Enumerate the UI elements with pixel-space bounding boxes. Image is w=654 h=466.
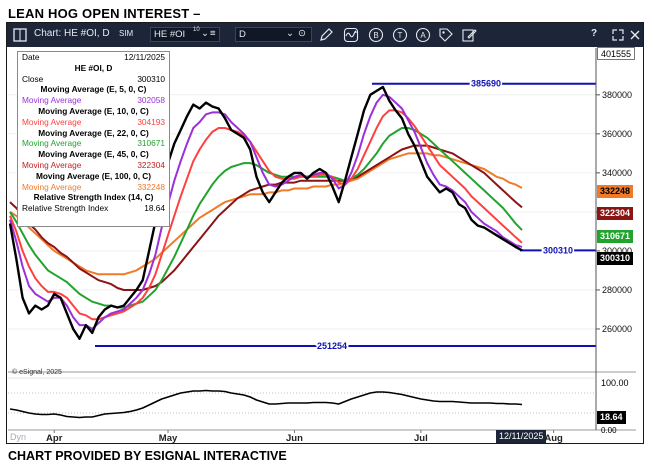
y-tick-label: 360000 [602,129,632,139]
legend-symbol: HE #OI, D [74,62,113,73]
x-tick-label: Apr [46,433,63,444]
y-tick-label: 280000 [602,285,632,295]
legend-ma22-header: Moving Average (E, 22, 0, C) [38,127,149,138]
level-label: 251254 [317,341,347,351]
rsi-value-tag: 18.64 [597,411,626,424]
legend-rsi-row: Relative Strength Index 18.64 [22,203,165,214]
legend-rsi-header: Relative Strength Index (14, C) [33,192,154,203]
rsi-low-label: 0.00 [601,426,617,435]
y-tick-label: 260000 [602,324,632,334]
y-tick-label: 340000 [602,168,632,178]
legend-ma22-row: Moving Average 310671 [22,138,165,149]
close-value-tag: 300310 [597,252,634,265]
legend-ma45-header: Moving Average (E, 45, 0, C) [38,149,149,160]
watermark: © eSignal, 2025 [12,369,62,376]
x-tick-label: Jul [414,433,428,444]
legend-ma10-row: Moving Average 304193 [22,116,165,127]
cursor-date-tag: 12/11/2025 [496,430,547,443]
ma100-value-tag: 332248 [597,185,634,198]
legend-close-row: Close 300310 [22,73,165,84]
page-footer: CHART PROVIDED BY ESIGNAL INTERACTIVE [8,449,287,463]
rsi-series-line [9,389,523,419]
legend-ma5-header: Moving Average (E, 5, 0, C) [40,84,147,95]
data-legend: Date 12/11/2025 HE #OI, D Close 300310 M… [17,51,170,227]
ma22-value-tag: 310671 [597,230,634,243]
rsi-top-label: 100.00 [601,378,629,388]
legend-ma45-row: Moving Average 322304 [22,159,165,170]
level-label: 300310 [543,245,573,255]
ma45-value-tag: 322304 [597,207,634,220]
y-tick-label: 380000 [602,90,632,100]
x-tick-label: Jun [286,433,303,444]
dyn-label[interactable]: Dyn [10,432,26,442]
legend-ma100-row: Moving Average 332248 [22,181,165,192]
legend-ma10-header: Moving Average (E, 10, 0, C) [38,105,149,116]
x-tick-label: Aug [544,433,563,444]
legend-date-row: Date 12/11/2025 [22,52,165,62]
top-price-tag: 401555 [597,47,636,60]
x-tick-label: May [159,433,178,444]
level-label: 385690 [471,79,501,89]
legend-ma100-header: Moving Average (E, 100, 0, C) [35,170,152,181]
legend-ma5-row: Moving Average 302058 [22,95,165,106]
